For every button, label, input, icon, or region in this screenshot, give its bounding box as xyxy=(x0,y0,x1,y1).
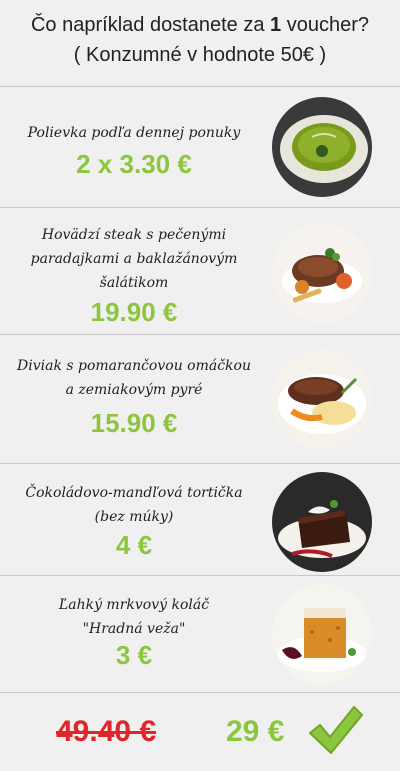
pea-soup-icon xyxy=(272,97,372,197)
item-price: 3 € xyxy=(115,640,153,670)
chocolate-cake-icon xyxy=(272,472,372,572)
header: Čo napríklad dostanete za 1 voucher? ( K… xyxy=(0,0,400,85)
item-name-line: Diviak s pomarančovou omáčkou xyxy=(17,358,251,374)
item-name-line: Hovädzí steak s pečenými xyxy=(41,227,227,243)
price-summary: 49.40 € 29 € xyxy=(0,693,400,771)
menu-item-chocolate-cake: Čokoládovo-mandľová tortička (bez múky) … xyxy=(0,464,400,575)
item-name-line: paradajkami a baklažánovým xyxy=(30,251,238,267)
beef-steak-icon xyxy=(272,223,372,323)
item-price: 15.90 € xyxy=(90,408,178,438)
item-name: Polievka podľa dennej ponuky xyxy=(10,121,258,145)
item-name: Ľahký mrkvový koláč "Hradná veža" xyxy=(10,593,258,641)
item-name-line: a zemiakovým pyré xyxy=(65,382,203,398)
item-name: Diviak s pomarančovou omáčkou a zemiakov… xyxy=(10,354,258,402)
item-name-line: Polievka podľa dennej ponuky xyxy=(27,125,241,141)
item-name-line: (bez múky) xyxy=(94,509,174,525)
boar-dish-icon xyxy=(272,349,372,449)
item-name: Hovädzí steak s pečenými paradajkami a b… xyxy=(10,223,258,295)
header-title-start: Čo napríklad dostanete za xyxy=(30,14,271,36)
item-name-line: Ľahký mrkvový koláč xyxy=(58,597,210,613)
header-subtitle: ( Konzumné v hodnote 50€ ) xyxy=(73,44,327,66)
header-title-end: voucher? xyxy=(281,14,369,36)
menu-item-carrot-cake: Ľahký mrkvový koláč "Hradná veža" 3 € xyxy=(0,576,400,692)
checkmark-icon xyxy=(306,703,364,757)
header-title: Čo napríklad dostanete za 1 voucher? xyxy=(0,13,400,37)
old-price: 49.40 € xyxy=(56,715,157,748)
item-price: 2 x 3.30 € xyxy=(76,149,192,179)
header-title-count: 1 xyxy=(270,14,282,36)
item-name: Čokoládovo-mandľová tortička (bez múky) xyxy=(10,481,258,529)
menu-item-soup: Polievka podľa dennej ponuky 2 x 3.30 € xyxy=(0,87,400,207)
item-name-line: "Hradná veža" xyxy=(82,621,186,637)
item-name-line: šalátikom xyxy=(99,275,169,291)
item-name-line: Čokoládovo-mandľová tortička xyxy=(25,485,243,501)
item-price: 4 € xyxy=(115,530,153,560)
carrot-cake-icon xyxy=(272,584,372,684)
menu-item-boar: Diviak s pomarančovou omáčkou a zemiakov… xyxy=(0,335,400,463)
item-price: 19.90 € xyxy=(90,297,178,327)
menu-item-steak: Hovädzí steak s pečenými paradajkami a b… xyxy=(0,208,400,334)
new-price: 29 € xyxy=(226,715,285,748)
